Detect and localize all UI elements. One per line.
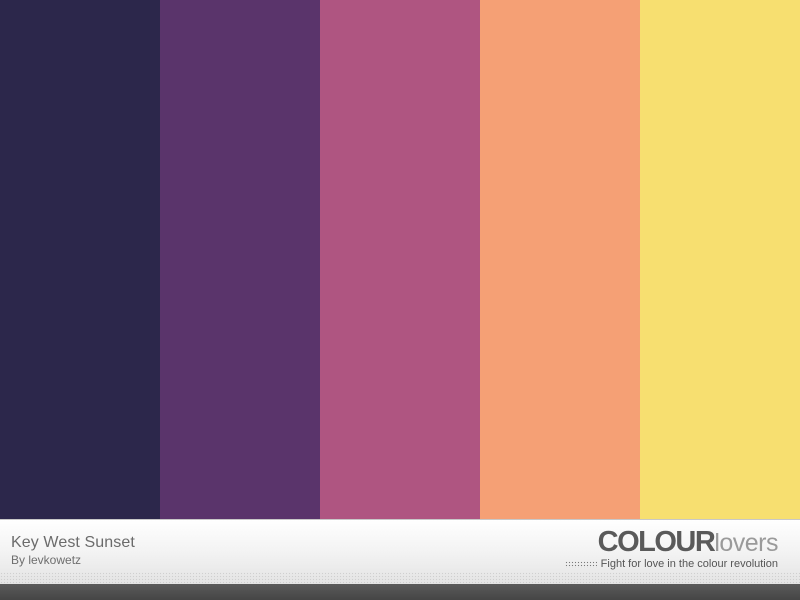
palette-footer: Key West Sunset By levkowetz COLOURlover… <box>0 519 800 600</box>
color-swatch-1[interactable] <box>0 0 160 519</box>
logo-text-light: lovers <box>714 529 778 557</box>
colourlovers-logo[interactable]: COLOURlovers <box>597 526 779 558</box>
logo-text-strong: COLOUR <box>597 526 716 558</box>
color-swatch-3[interactable] <box>320 0 480 519</box>
footer-bar <box>0 584 800 600</box>
color-swatch-2[interactable] <box>160 0 320 519</box>
color-swatch-5[interactable] <box>640 0 800 519</box>
color-swatch-4[interactable] <box>480 0 640 519</box>
dots-icon <box>564 560 597 568</box>
palette-title: Key West Sunset <box>11 534 135 551</box>
palette-card: Key West Sunset By levkowetz COLOURlover… <box>0 0 800 600</box>
palette-author[interactable]: By levkowetz <box>11 553 81 567</box>
tagline-row: Fight for love in the colour revolution <box>564 558 778 570</box>
brand-tagline: Fight for love in the colour revolution <box>600 558 778 570</box>
color-palette <box>0 0 800 519</box>
